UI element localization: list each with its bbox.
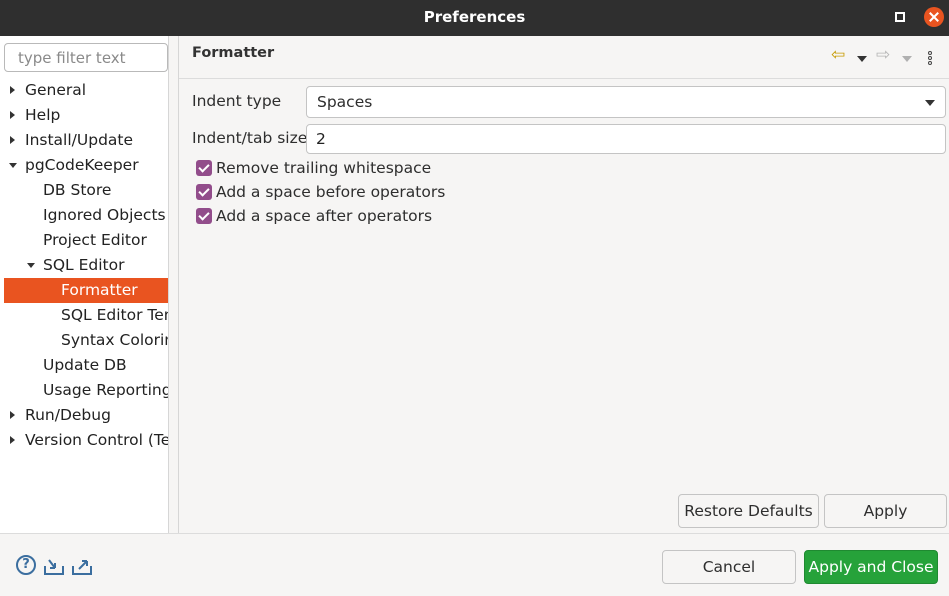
- tree-item-label: DB Store: [43, 181, 112, 199]
- tree-item-label: Formatter: [61, 281, 138, 299]
- tree-item-db-store[interactable]: DB Store: [0, 178, 168, 203]
- restore-defaults-button[interactable]: Restore Defaults: [678, 494, 819, 528]
- checkbox-checked-icon[interactable]: [196, 160, 212, 176]
- apply-and-close-button[interactable]: Apply and Close: [804, 550, 938, 584]
- window-title: Preferences: [423, 8, 526, 26]
- tree-item-label: Help: [25, 106, 61, 124]
- collapsed-arrow-icon[interactable]: [10, 136, 15, 144]
- chevron-down-icon: [925, 100, 935, 106]
- tree-item-project-editor[interactable]: Project Editor: [0, 228, 168, 253]
- indent-type-select[interactable]: Spaces: [306, 86, 946, 118]
- check-label: Add a space before operators: [216, 183, 446, 201]
- tree-item-label: Install/Update: [25, 131, 134, 149]
- tree-item-label: Ignored Objects: [43, 206, 166, 224]
- tree-item-pgcodekeeper[interactable]: pgCodeKeeper: [0, 153, 168, 178]
- tree-item-ignored-objects[interactable]: Ignored Objects: [0, 203, 168, 228]
- tree-item-install-update[interactable]: Install/Update: [0, 128, 168, 153]
- tree-item-formatter[interactable]: Formatter: [4, 278, 168, 303]
- tree-item-label: Update DB: [43, 356, 127, 374]
- tree-item-usage-reporting[interactable]: Usage Reporting: [0, 378, 169, 403]
- tree-item-label: Run/Debug: [25, 406, 111, 424]
- collapsed-arrow-icon[interactable]: [10, 411, 15, 419]
- forward-dropdown-icon[interactable]: [902, 56, 912, 62]
- indent-size-input[interactable]: [306, 124, 946, 154]
- tree-item-sql-editor[interactable]: SQL Editor: [0, 253, 168, 278]
- indent-type-value: Spaces: [317, 93, 373, 111]
- tree-item-label: SQL Editor: [43, 256, 125, 274]
- tree-item-syntax-coloring[interactable]: Syntax Coloring: [0, 328, 168, 353]
- tree-item-label: General: [25, 81, 87, 99]
- tree-item-help[interactable]: Help: [0, 103, 168, 128]
- collapsed-arrow-icon[interactable]: [10, 111, 15, 119]
- footer-divider: [0, 533, 949, 534]
- maximize-icon[interactable]: [895, 12, 905, 22]
- preferences-tree: General Help Install/Update pgCodeKeeper…: [0, 78, 169, 453]
- sash-divider[interactable]: [178, 36, 179, 533]
- tree-item-version-control[interactable]: Version Control (Tea: [0, 428, 169, 453]
- back-arrow-icon[interactable]: ⇦: [831, 47, 845, 64]
- expanded-arrow-icon[interactable]: [9, 163, 17, 168]
- apply-button[interactable]: Apply: [824, 494, 947, 528]
- check-label: Remove trailing whitespace: [216, 159, 432, 177]
- tree-item-label: Project Editor: [43, 231, 147, 249]
- tree-item-label: pgCodeKeeper: [25, 156, 139, 174]
- filter-input[interactable]: [4, 43, 168, 72]
- collapsed-arrow-icon[interactable]: [10, 86, 15, 94]
- help-icon[interactable]: ?: [16, 555, 36, 575]
- tree-item-run-debug[interactable]: Run/Debug: [0, 403, 168, 428]
- checkbox-checked-icon[interactable]: [196, 184, 212, 200]
- close-icon[interactable]: [924, 7, 944, 27]
- page-title: Formatter: [192, 45, 275, 61]
- check-label: Add a space after operators: [216, 207, 433, 225]
- view-menu-icon[interactable]: [928, 51, 932, 66]
- tree-item-sql-editor-templates[interactable]: SQL Editor Tem: [0, 303, 169, 328]
- forward-arrow-icon[interactable]: ⇨: [876, 47, 890, 64]
- tree-item-label: SQL Editor Tem: [61, 306, 169, 324]
- page-header: Formatter ⇦ ⇨: [179, 36, 949, 79]
- export-icon[interactable]: [71, 556, 93, 576]
- tree-item-general[interactable]: General: [0, 78, 168, 103]
- import-icon[interactable]: [43, 556, 65, 576]
- tree-item-update-db[interactable]: Update DB: [0, 353, 168, 378]
- checkbox-checked-icon[interactable]: [196, 208, 212, 224]
- tree-item-label: Usage Reporting: [43, 381, 169, 399]
- collapsed-arrow-icon[interactable]: [10, 436, 15, 444]
- preferences-sidebar: General Help Install/Update pgCodeKeeper…: [0, 36, 169, 533]
- tree-item-label: Syntax Coloring: [61, 331, 168, 349]
- indent-type-label: Indent type: [192, 92, 282, 110]
- indent-size-label: Indent/tab size: [192, 129, 308, 147]
- tree-item-label: Version Control (Tea: [25, 431, 169, 449]
- cancel-button[interactable]: Cancel: [662, 550, 796, 584]
- title-bar: Preferences: [0, 0, 949, 36]
- expanded-arrow-icon[interactable]: [27, 263, 35, 268]
- back-dropdown-icon[interactable]: [857, 56, 867, 62]
